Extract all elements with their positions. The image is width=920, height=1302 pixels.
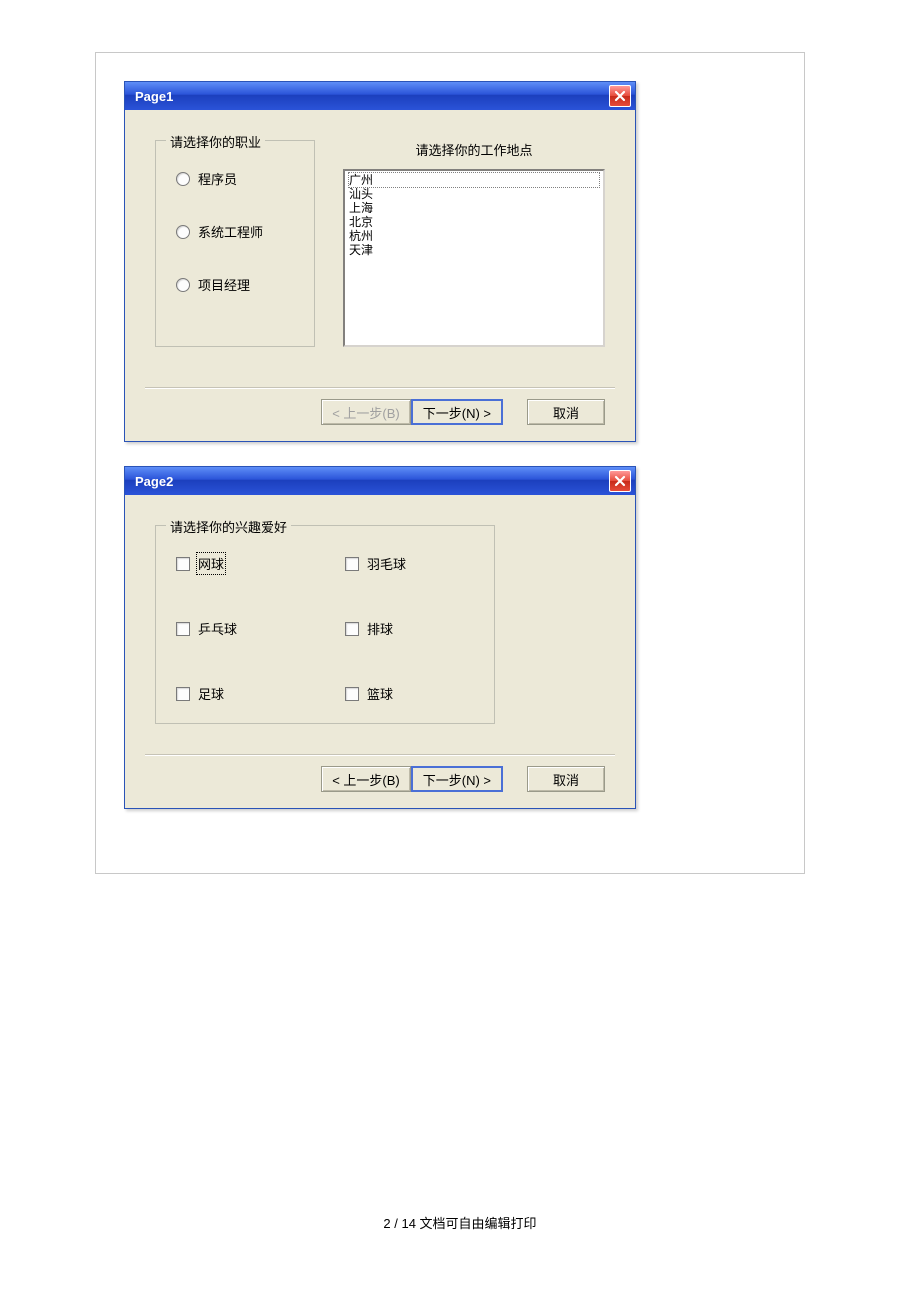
- location-label: 请选择你的工作地点: [343, 140, 605, 159]
- hobby-group: 请选择你的兴趣爱好 网球 羽毛球 乒乓球: [155, 525, 495, 724]
- checkbox-label: 足球: [198, 684, 224, 703]
- check-tennis[interactable]: 网球: [176, 554, 305, 573]
- dialog-page2: Page2 请选择你的兴趣爱好 网球: [124, 466, 636, 809]
- button-bar: < 上一步(B) 下一步(N) > 取消: [155, 766, 605, 792]
- back-button: < 上一步(B): [321, 399, 411, 425]
- dialog-client: 请选择你的兴趣爱好 网球 羽毛球 乒乓球: [125, 495, 635, 808]
- list-item[interactable]: 广州: [349, 173, 599, 187]
- radio-programmer[interactable]: 程序员: [176, 169, 294, 188]
- titlebar[interactable]: Page1: [125, 82, 635, 110]
- list-item[interactable]: 天津: [349, 243, 599, 257]
- close-button[interactable]: [609, 85, 631, 107]
- cancel-button[interactable]: 取消: [527, 766, 605, 792]
- check-basketball[interactable]: 篮球: [345, 684, 474, 703]
- radio-label: 项目经理: [198, 275, 250, 294]
- document-page: Page1 请选择你的职业 程序员 系统工程师: [95, 52, 805, 874]
- radio-label: 程序员: [198, 169, 237, 188]
- separator: [145, 387, 615, 389]
- radio-projectmgr[interactable]: 项目经理: [176, 275, 294, 294]
- radio-sysengineer[interactable]: 系统工程师: [176, 222, 294, 241]
- button-bar: < 上一步(B) 下一步(N) > 取消: [155, 399, 605, 425]
- list-item[interactable]: 上海: [349, 201, 599, 215]
- radio-icon: [176, 225, 190, 239]
- radio-icon: [176, 278, 190, 292]
- checkbox-icon: [345, 557, 359, 571]
- checkbox-icon: [176, 622, 190, 636]
- window-title: Page1: [135, 89, 173, 104]
- checkbox-icon: [176, 557, 190, 571]
- checkbox-icon: [176, 687, 190, 701]
- checkbox-icon: [345, 687, 359, 701]
- close-button[interactable]: [609, 470, 631, 492]
- page-footer: 2 / 14 文档可自由编辑打印: [0, 1213, 920, 1232]
- check-badminton[interactable]: 羽毛球: [345, 554, 474, 573]
- checkbox-label: 篮球: [367, 684, 393, 703]
- cancel-button[interactable]: 取消: [527, 399, 605, 425]
- dialog-page1: Page1 请选择你的职业 程序员 系统工程师: [124, 81, 636, 442]
- check-pingpong[interactable]: 乒乓球: [176, 619, 305, 638]
- checkbox-label: 排球: [367, 619, 393, 638]
- checkbox-icon: [345, 622, 359, 636]
- occupation-group: 请选择你的职业 程序员 系统工程师 项目经理: [155, 140, 315, 347]
- close-icon: [614, 475, 626, 487]
- checkbox-label: 羽毛球: [367, 554, 406, 573]
- location-listbox[interactable]: 广州 汕头 上海 北京 杭州 天津: [343, 169, 605, 347]
- next-button[interactable]: 下一步(N) >: [411, 766, 503, 792]
- next-button[interactable]: 下一步(N) >: [411, 399, 503, 425]
- list-item[interactable]: 北京: [349, 215, 599, 229]
- occupation-legend: 请选择你的职业: [166, 132, 265, 151]
- radio-icon: [176, 172, 190, 186]
- list-item[interactable]: 杭州: [349, 229, 599, 243]
- checkbox-label: 乒乓球: [198, 619, 237, 638]
- window-title: Page2: [135, 474, 173, 489]
- check-football[interactable]: 足球: [176, 684, 305, 703]
- checkbox-label: 网球: [198, 554, 224, 573]
- hobby-legend: 请选择你的兴趣爱好: [166, 517, 291, 536]
- back-button[interactable]: < 上一步(B): [321, 766, 411, 792]
- check-volleyball[interactable]: 排球: [345, 619, 474, 638]
- close-icon: [614, 90, 626, 102]
- dialog-client: 请选择你的职业 程序员 系统工程师 项目经理 请选择你的工作地: [125, 110, 635, 441]
- list-item[interactable]: 汕头: [349, 187, 599, 201]
- separator: [145, 754, 615, 756]
- titlebar[interactable]: Page2: [125, 467, 635, 495]
- radio-label: 系统工程师: [198, 222, 263, 241]
